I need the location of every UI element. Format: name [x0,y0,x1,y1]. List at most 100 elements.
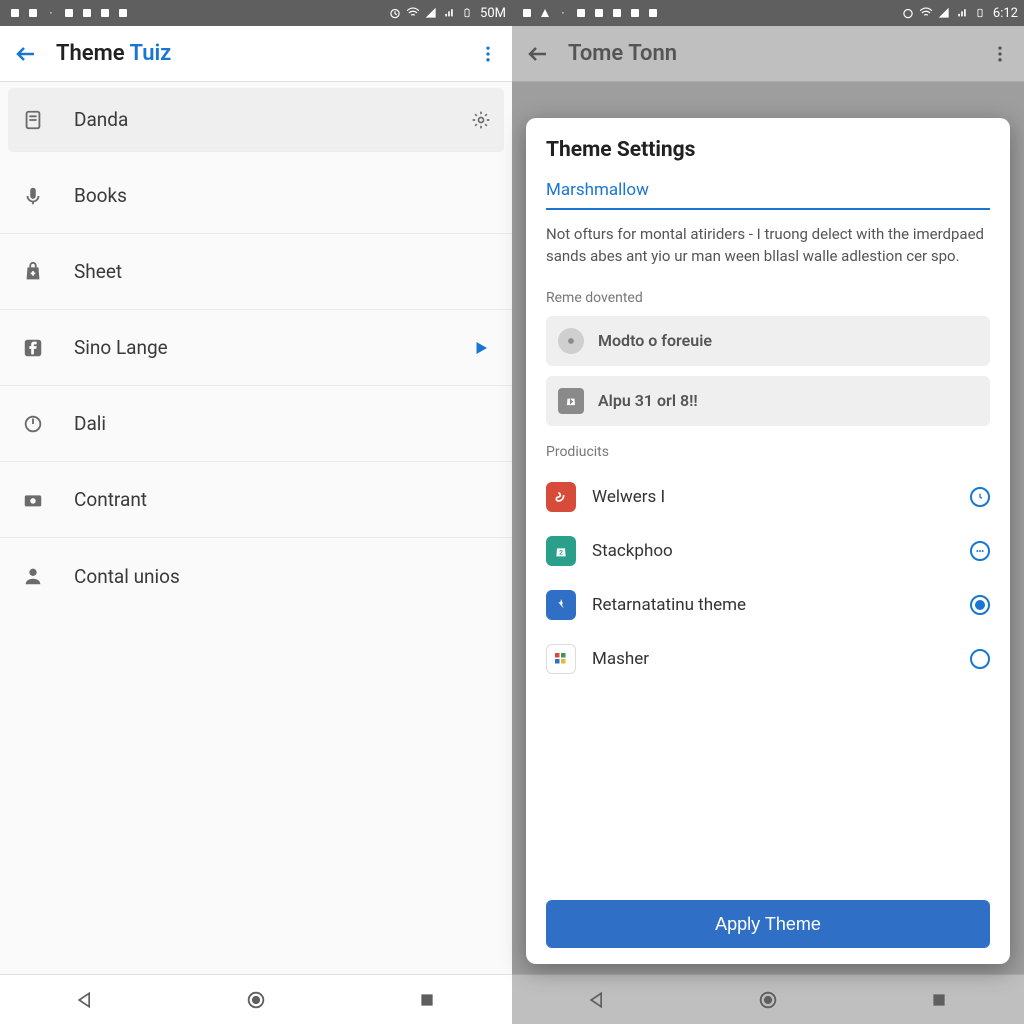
signal-icon [424,6,438,20]
appbar-title: Theme Tuiz [56,41,171,66]
nav-home-button[interactable] [752,984,784,1016]
section-label: Prodiucits [546,444,990,460]
list-label: Dali [74,412,492,435]
notif-icon: · [556,6,570,20]
radio-button[interactable] [970,541,990,561]
notif-icon [538,6,552,20]
notif-icon [610,6,624,20]
card-modto[interactable]: Modto o foreuie [546,316,990,366]
alarm-icon [388,6,402,20]
list-label: Sheet [74,260,492,283]
clock-text: 6:12 [993,6,1018,21]
bag-icon [558,388,584,414]
triangle-left-icon [75,990,95,1010]
list-item-danda[interactable]: Danda [8,88,504,152]
list-item-books[interactable]: Books [0,158,512,234]
theme-description: Not ofturs for montal atiriders - I truo… [546,224,990,268]
wifi-icon [919,6,933,20]
nav-recents-button[interactable] [923,984,955,1016]
nav-back-button[interactable] [581,984,613,1016]
notif-icon [574,6,588,20]
notif-icon [26,6,40,20]
wifi-icon [406,6,420,20]
section-label: Reme dovented [546,290,990,306]
product-label: Stackphoo [592,541,970,561]
product-label: Welwers I [592,487,970,507]
notif-icon [592,6,606,20]
product-row-stackphoo[interactable]: 2 Stackphoo [546,524,990,578]
appbar-title: Tome Tonn [568,41,677,66]
back-button[interactable] [12,40,40,68]
navbar-left [0,974,512,1024]
list-item-sheet[interactable]: Sheet [0,234,512,310]
product-row-welwers[interactable]: Welwers I [546,470,990,524]
list-label: Sino Lange [74,336,470,359]
list-label: Contrant [74,488,492,511]
signal-icon [937,6,951,20]
title-accent: Tuiz [130,41,172,66]
radio-button[interactable] [970,595,990,615]
product-row-retarnatatinu[interactable]: Retarnatatinu theme [546,578,990,632]
notif-icon [8,6,22,20]
title-main: Tome [568,41,628,66]
gear-icon [470,109,492,131]
arrow-left-icon [14,42,38,66]
bag-plus-icon [20,259,46,285]
svg-text:2: 2 [559,548,563,556]
left-device: · 50M Theme Tuiz [0,0,512,1024]
notif-icon [646,6,660,20]
list-item-contal[interactable]: Contal unios [0,538,512,614]
product-label: Masher [592,649,970,669]
battery-icon [973,6,987,20]
notif-icon [62,6,76,20]
notif-icon [520,6,534,20]
card-alpu[interactable]: Alpu 31 orl 8!! [546,376,990,426]
doc-icon [20,107,46,133]
back-button[interactable] [524,40,552,68]
apply-theme-button[interactable]: Apply Theme [546,900,990,948]
appbar-right: Tome Tonn [512,26,1024,82]
theme-name-tab[interactable]: Marshmallow [546,180,990,210]
square-icon [418,991,436,1009]
card-label: Alpu 31 orl 8!! [598,391,698,410]
statusbar-right: · 6:12 [512,0,1024,26]
notif-icon [80,6,94,20]
radio-button[interactable] [970,487,990,507]
circle-icon [757,989,779,1011]
notif-icon [98,6,112,20]
person-icon [20,563,46,589]
nav-back-button[interactable] [69,984,101,1016]
circle-icon [245,989,267,1011]
settings-list: Danda Books Sheet Sino Lange Dali [0,82,512,974]
app-icon [546,644,576,674]
list-label: Books [74,184,492,207]
list-label: Danda [74,108,470,131]
card-label: Modto o foreuie [598,331,712,350]
list-item-contrant[interactable]: Contrant [0,462,512,538]
list-item-dali[interactable]: Dali [0,386,512,462]
list-item-sino[interactable]: Sino Lange [0,310,512,386]
facebook-icon [20,335,46,361]
cell-icon [442,6,456,20]
sheet-title: Theme Settings [546,138,990,162]
more-vert-icon [990,44,1010,64]
clock-text: 50M [480,6,506,21]
product-row-masher[interactable]: Masher [546,632,990,686]
navbar-right [512,974,1024,1024]
square-icon [930,991,948,1009]
radio-button[interactable] [970,649,990,669]
overflow-button[interactable] [476,42,500,66]
product-label: Retarnatatinu theme [592,595,970,615]
arrow-left-icon [526,42,550,66]
battery-icon [460,6,474,20]
overflow-button[interactable] [988,42,1012,66]
nav-home-button[interactable] [240,984,272,1016]
theme-settings-sheet: Theme Settings Marshmallow Not ofturs fo… [526,118,1010,964]
more-vert-icon [478,44,498,64]
title-accent: Tonn [628,41,677,66]
notif-icon [116,6,130,20]
nav-recents-button[interactable] [411,984,443,1016]
notif-icon: · [44,6,58,20]
statusbar-left: · 50M [0,0,512,26]
triangle-left-icon [587,990,607,1010]
